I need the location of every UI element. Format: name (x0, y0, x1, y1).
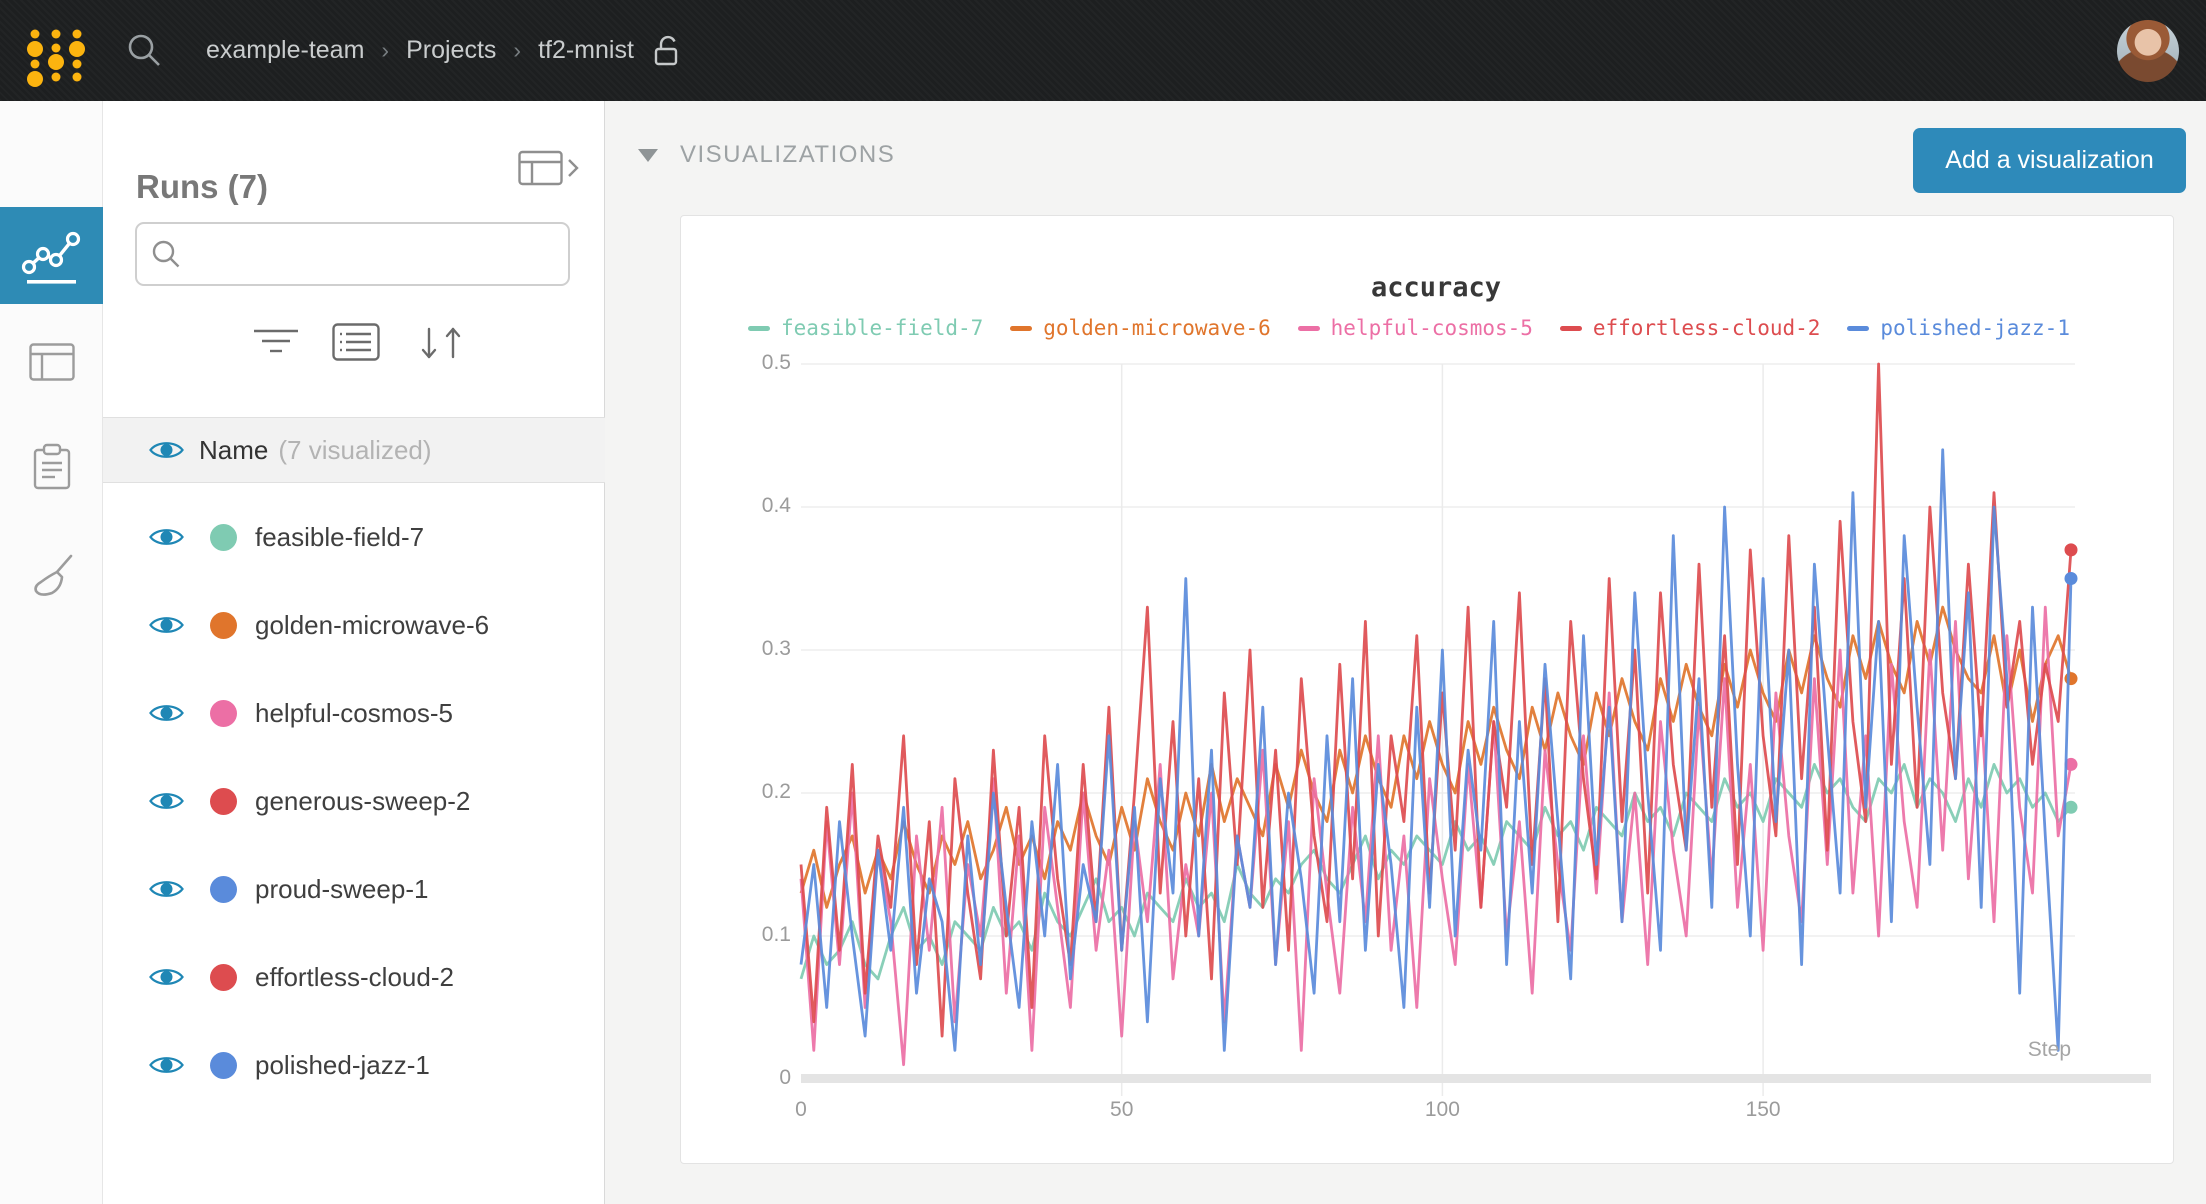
line-chart-icon (0, 207, 103, 304)
run-list: feasible-field-7 golden-microwave-6 help… (103, 483, 605, 1109)
run-name: golden-microwave-6 (255, 610, 489, 641)
main-content: VISUALIZATIONS Add a visualization accur… (605, 101, 2206, 1204)
visibility-eye-icon[interactable] (148, 437, 185, 463)
wandb-logo[interactable] (18, 0, 118, 101)
run-name: feasible-field-7 (255, 522, 424, 553)
runs-name-header-row: Name (7 visualized) (103, 417, 605, 483)
x-tick-label: 150 (1718, 1098, 1808, 1122)
sweeps-broom-icon[interactable] (0, 541, 103, 611)
run-name: proud-sweep-1 (255, 874, 428, 905)
run-row[interactable]: golden-microwave-6 (103, 581, 605, 669)
breadcrumb-project-name[interactable]: tf2-mnist (538, 36, 634, 65)
y-tick-label: 0.4 (691, 494, 791, 518)
x-tick-label: 50 (1077, 1098, 1167, 1122)
runs-toolbar (103, 301, 605, 416)
y-tick-label: 0.1 (691, 923, 791, 947)
series-endpoint-golden-microwave-6 (2065, 672, 2078, 685)
runs-panel-title: Runs (7) (136, 168, 268, 206)
breadcrumb-projects[interactable]: Projects (406, 36, 496, 65)
runs-search-input[interactable] (191, 229, 568, 279)
y-tick-label: 0.3 (691, 637, 791, 661)
series-endpoint-polished-jazz-1 (2065, 572, 2078, 585)
y-tick-label: 0.2 (691, 780, 791, 804)
breadcrumb: example-team › Projects › tf2-mnist (206, 0, 683, 101)
x-tick-label: 0 (756, 1098, 846, 1122)
sort-icon[interactable] (415, 323, 467, 363)
charts-tab-active[interactable] (0, 207, 103, 304)
add-visualization-button[interactable]: Add a visualization (1913, 128, 2186, 193)
visibility-eye-icon[interactable] (148, 876, 185, 902)
avatar[interactable] (2117, 20, 2179, 82)
run-color-dot (210, 612, 237, 639)
table-tab-icon[interactable] (0, 332, 103, 392)
run-color-dot (210, 524, 237, 551)
run-row[interactable]: feasible-field-7 (103, 493, 605, 581)
breadcrumb-separator: › (513, 37, 521, 64)
wandb-logo-dots (18, 0, 118, 101)
run-row[interactable]: polished-jazz-1 (103, 1021, 605, 1109)
x-tick-label: 100 (1397, 1098, 1487, 1122)
run-row[interactable]: proud-sweep-1 (103, 845, 605, 933)
run-name: polished-jazz-1 (255, 1050, 430, 1081)
section-title: VISUALIZATIONS (680, 141, 895, 169)
run-row[interactable]: effortless-cloud-2 (103, 933, 605, 1021)
notes-clipboard-icon[interactable] (0, 435, 103, 499)
run-name: helpful-cosmos-5 (255, 698, 453, 729)
group-list-icon[interactable] (332, 323, 380, 361)
unlock-icon[interactable] (653, 34, 683, 68)
run-name: effortless-cloud-2 (255, 962, 454, 993)
series-endpoint-feasible-field-7 (2065, 801, 2078, 814)
run-row[interactable]: generous-sweep-2 (103, 757, 605, 845)
accuracy-chart-panel: accuracy feasible-field-7golden-microwav… (680, 215, 2174, 1164)
breadcrumb-separator: › (381, 37, 389, 64)
left-nav-rail: i (0, 101, 103, 1204)
topbar: example-team › Projects › tf2-mnist (0, 0, 2206, 101)
visualized-count: (7 visualized) (278, 435, 431, 466)
name-column-header: Name (199, 435, 268, 466)
visibility-eye-icon[interactable] (148, 700, 185, 726)
expand-runs-table-icon[interactable] (518, 148, 580, 188)
run-color-dot (210, 876, 237, 903)
series-endpoint-effortless-cloud-2 (2065, 543, 2078, 556)
visibility-eye-icon[interactable] (148, 964, 185, 990)
visibility-eye-icon[interactable] (148, 788, 185, 814)
search-icon (151, 239, 181, 269)
search-icon[interactable] (126, 32, 162, 68)
run-color-dot (210, 788, 237, 815)
accuracy-line-chart[interactable] (681, 216, 2175, 1165)
runs-panel: Runs (7) (103, 101, 605, 1204)
visibility-eye-icon[interactable] (148, 1052, 185, 1078)
visibility-eye-icon[interactable] (148, 524, 185, 550)
series-line-polished-jazz-1 (801, 450, 2071, 1051)
visibility-eye-icon[interactable] (148, 612, 185, 638)
visualizations-section-toggle[interactable]: VISUALIZATIONS (638, 141, 895, 169)
run-color-dot (210, 964, 237, 991)
runs-search-box (135, 222, 570, 286)
filter-icon[interactable] (253, 323, 299, 359)
run-color-dot (210, 700, 237, 727)
run-name: generous-sweep-2 (255, 786, 470, 817)
y-tick-label: 0 (691, 1066, 791, 1090)
run-color-dot (210, 1052, 237, 1079)
collapse-triangle-icon (638, 149, 658, 162)
x-axis-label: Step (1871, 1038, 2071, 1062)
run-row[interactable]: helpful-cosmos-5 (103, 669, 605, 757)
y-tick-label: 0.5 (691, 351, 791, 375)
breadcrumb-team[interactable]: example-team (206, 36, 364, 65)
